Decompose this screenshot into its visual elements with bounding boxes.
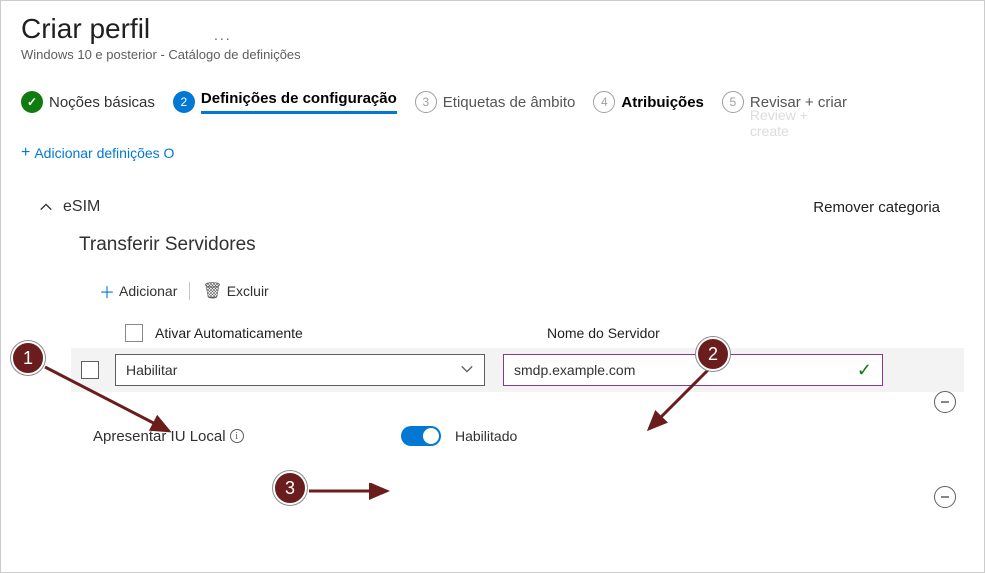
delete-label: Excluir: [227, 283, 269, 299]
step-label: Definições de configuração: [201, 90, 397, 114]
column-header-auto-enable: Ativar Automaticamente: [155, 325, 547, 341]
step-assignments[interactable]: 4 Atribuições: [593, 91, 704, 113]
annotation-badge-3: 3: [273, 471, 307, 505]
chevron-up-icon[interactable]: [39, 200, 53, 214]
separator: [189, 282, 190, 300]
local-ui-label: Apresentar IU Local i: [93, 428, 401, 445]
check-icon: [21, 91, 43, 113]
add-row-button[interactable]: ＋ Adicionar: [93, 276, 183, 306]
annotation-badge-1: 1: [11, 341, 45, 375]
add-settings-button[interactable]: + Adicionar definições O: [21, 144, 174, 162]
local-ui-toggle[interactable]: [401, 426, 441, 446]
local-ui-row: Apresentar IU Local i Habilitado: [93, 426, 964, 446]
valid-check-icon: ✓: [857, 360, 872, 381]
remove-category-button[interactable]: Remover categoria: [813, 199, 940, 216]
chevron-down-icon: [460, 362, 474, 379]
add-label: Adicionar: [119, 283, 177, 299]
info-icon[interactable]: i: [230, 429, 244, 443]
step-label: Noções básicas: [49, 94, 155, 111]
server-name-value: smdp.example.com: [514, 362, 635, 378]
more-icon[interactable]: ...: [214, 27, 232, 43]
add-settings-label: Adicionar definições O: [34, 145, 174, 161]
plus-icon: ＋: [99, 279, 115, 303]
row-toolbar: ＋ Adicionar 🗑 Excluir: [93, 276, 964, 306]
dropdown-value: Habilitar: [126, 362, 177, 378]
table-row: Habilitar smdp.example.com ✓: [71, 348, 964, 392]
wizard-stepper: Noções básicas 2 Definições de configura…: [21, 90, 964, 114]
plus-icon: +: [21, 144, 30, 162]
group-title: Transferir Servidores: [79, 234, 964, 256]
step-number-icon: 4: [593, 91, 615, 113]
page-subtitle: Windows 10 e posterior - Catálogo de def…: [21, 47, 964, 62]
step-config-settings[interactable]: 2 Definições de configuração: [173, 90, 397, 114]
delete-row-button[interactable]: 🗑 Excluir: [196, 278, 274, 304]
step-review-create[interactable]: 5 Revisar + criar Review + create: [722, 91, 847, 113]
server-name-input[interactable]: smdp.example.com ✓: [503, 354, 883, 386]
column-headers: Ativar Automaticamente Nome do Servidor: [93, 324, 964, 342]
ghost-step-label: Review + create: [750, 107, 847, 139]
step-label: Etiquetas de âmbito: [443, 94, 576, 111]
category-name: eSIM: [63, 198, 100, 216]
step-number-icon: 2: [173, 91, 195, 113]
remove-setting-button[interactable]: [934, 486, 956, 508]
row-checkbox[interactable]: [81, 361, 99, 379]
select-all-checkbox[interactable]: [125, 324, 143, 342]
toggle-state-label: Habilitado: [455, 428, 517, 444]
remove-row-button[interactable]: [934, 391, 956, 413]
step-scope-tags[interactable]: 3 Etiquetas de âmbito: [415, 91, 576, 113]
step-label: Atribuições: [621, 94, 704, 111]
trash-icon: 🗑: [202, 281, 222, 301]
page-title: Criar perfil: [21, 13, 150, 45]
column-header-server-name: Nome do Servidor: [547, 325, 927, 341]
auto-enable-dropdown[interactable]: Habilitar: [115, 354, 485, 386]
annotation-badge-2: 2: [696, 337, 730, 371]
step-number-icon: 3: [415, 91, 437, 113]
step-basics[interactable]: Noções básicas: [21, 91, 155, 113]
step-number-icon: 5: [722, 91, 744, 113]
